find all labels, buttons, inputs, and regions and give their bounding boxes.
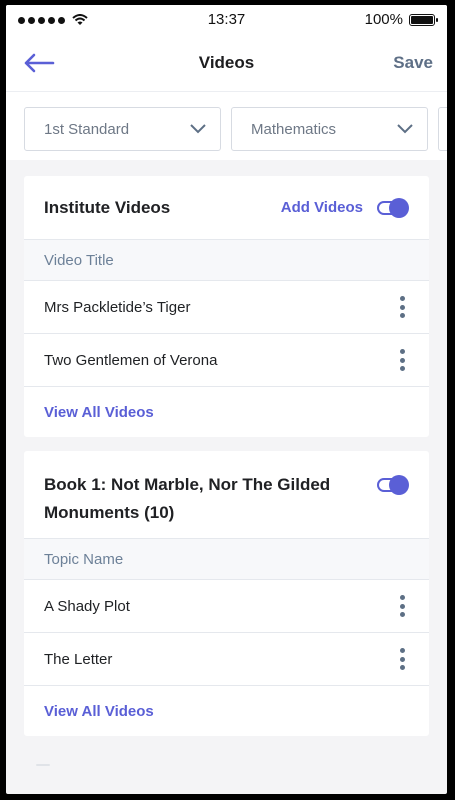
app-header: Videos Save xyxy=(6,35,447,92)
battery-percent: 100% xyxy=(364,11,403,28)
standard-select[interactable]: 1st Standard xyxy=(24,107,221,151)
institute-videos-card: Institute Videos Add Videos Video Title … xyxy=(24,176,429,437)
list-item[interactable]: A Shady Plot xyxy=(24,580,429,633)
more-options-icon[interactable] xyxy=(397,595,407,617)
page-title: Videos xyxy=(198,53,255,72)
book-toggle[interactable] xyxy=(377,475,409,495)
phone-screen: 13:37 100% Videos Save 1st Standard Math… xyxy=(6,5,447,794)
list-item[interactable]: Two Gentlemen of Verona xyxy=(24,334,429,387)
institute-videos-toggle[interactable] xyxy=(377,197,409,218)
subject-select-value: Mathematics xyxy=(251,120,337,138)
institute-card-header: Institute Videos Add Videos xyxy=(24,176,429,240)
video-title: Two Gentlemen of Verona xyxy=(44,351,218,369)
video-title: Mrs Packletide’s Tiger xyxy=(44,298,191,316)
chevron-down-icon xyxy=(190,124,206,134)
scroll-indicator xyxy=(36,764,50,766)
more-options-icon[interactable] xyxy=(397,296,407,318)
view-all-videos-link[interactable]: View All Videos xyxy=(24,387,429,437)
filter-bar: 1st Standard Mathematics xyxy=(6,92,447,160)
battery-status: 100% xyxy=(364,11,438,28)
more-options-icon[interactable] xyxy=(397,349,407,371)
list-item[interactable]: Mrs Packletide’s Tiger xyxy=(24,281,429,334)
institute-card-title: Institute Videos xyxy=(44,197,171,217)
standard-select-value: 1st Standard xyxy=(44,120,130,138)
save-button[interactable]: Save xyxy=(393,53,433,73)
status-bar: 13:37 100% xyxy=(6,5,447,35)
view-all-videos-link[interactable]: View All Videos xyxy=(24,686,429,736)
list-item[interactable]: The Letter xyxy=(24,633,429,686)
chevron-down-icon xyxy=(397,124,413,134)
more-options-icon[interactable] xyxy=(397,648,407,670)
back-arrow-icon[interactable] xyxy=(22,50,56,76)
cards-container: Institute Videos Add Videos Video Title … xyxy=(6,160,447,736)
battery-icon xyxy=(409,13,438,26)
book-card-header: Book 1: Not Marble, Nor The Gilded Monum… xyxy=(24,451,429,539)
book-card-title: Book 1: Not Marble, Nor The Gilded Monum… xyxy=(44,475,331,522)
book-card: Book 1: Not Marble, Nor The Gilded Monum… xyxy=(24,451,429,736)
subject-select[interactable]: Mathematics xyxy=(231,107,428,151)
extra-select[interactable] xyxy=(438,107,447,151)
topic-name-column-label: Topic Name xyxy=(24,539,429,580)
video-title-column-label: Video Title xyxy=(24,240,429,281)
topic-name: The Letter xyxy=(44,650,113,668)
topic-name: A Shady Plot xyxy=(44,597,130,615)
add-videos-button[interactable]: Add Videos xyxy=(281,199,363,216)
institute-card-actions: Add Videos xyxy=(281,197,409,218)
